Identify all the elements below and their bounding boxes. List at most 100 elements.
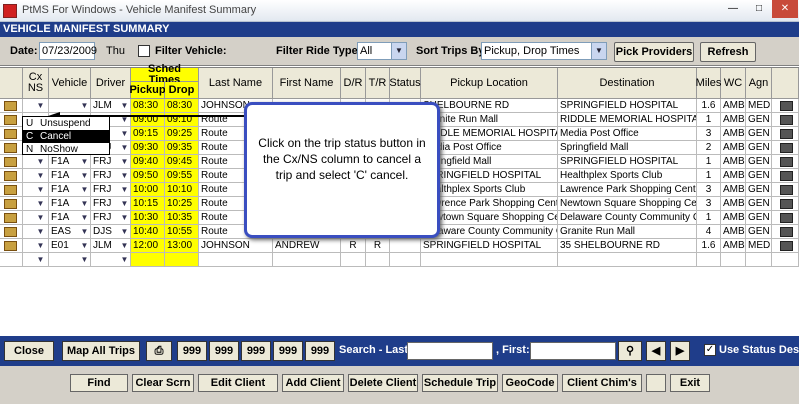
drop-cell[interactable]: 09:45 xyxy=(165,155,199,169)
pickup_loc-cell[interactable]: Granite Run Mall xyxy=(421,113,558,127)
popup-option-noshow[interactable]: N NoShow xyxy=(23,143,109,156)
first-cell[interactable]: ANDREW xyxy=(273,239,341,253)
miles-cell[interactable]: 1 xyxy=(697,169,721,183)
chevron-down-icon[interactable]: ▼ xyxy=(119,197,130,210)
chevron-down-icon[interactable]: ▼ xyxy=(119,169,130,182)
cxns-cell[interactable]: ▼ xyxy=(23,239,49,253)
wc-cell[interactable]: AMB xyxy=(721,155,746,169)
wc-cell[interactable] xyxy=(721,253,746,267)
dest-cell[interactable]: Newtown Square Shopping Ce xyxy=(558,197,697,211)
row-action-cell[interactable] xyxy=(772,197,799,211)
pickup-cell[interactable]: 09:15 xyxy=(131,127,165,141)
chevron-down-icon[interactable]: ▼ xyxy=(79,183,90,196)
cxns-cell[interactable]: ▼ xyxy=(23,183,49,197)
status-cell[interactable] xyxy=(390,239,421,253)
chevron-down-icon[interactable]: ▼ xyxy=(119,225,130,238)
chevron-down-icon[interactable]: ▼ xyxy=(35,253,46,266)
drop-cell[interactable]: 10:10 xyxy=(165,183,199,197)
agn-cell[interactable]: GEN xyxy=(746,225,772,239)
geocode-button[interactable]: GeoCode xyxy=(502,374,558,392)
wc-cell[interactable]: AMB xyxy=(721,99,746,113)
pickup-cell[interactable]: 10:00 xyxy=(131,183,165,197)
counter-button[interactable]: 999 xyxy=(273,341,303,361)
row-edit-cell[interactable] xyxy=(0,113,23,127)
chevron-down-icon[interactable]: ▼ xyxy=(591,43,606,59)
tr-cell[interactable] xyxy=(366,253,390,267)
chevron-down-icon[interactable]: ▼ xyxy=(391,43,406,59)
tr-cell[interactable]: R xyxy=(366,239,390,253)
row-edit-cell[interactable] xyxy=(0,225,23,239)
drop-cell[interactable]: 09:35 xyxy=(165,141,199,155)
sort-select[interactable]: Pickup, Drop Times ▼ xyxy=(481,42,607,60)
trip-detail-icon[interactable] xyxy=(780,199,793,209)
print-icon[interactable]: ⎙ xyxy=(146,341,172,361)
driver-cell[interactable]: JLM ▼ xyxy=(91,99,131,113)
pickup-cell[interactable]: 12:00 xyxy=(131,239,165,253)
driver-cell[interactable]: FRJ ▼ xyxy=(91,197,131,211)
use-status-checkbox[interactable]: ✓ xyxy=(704,344,716,356)
binoculars-icon[interactable]: ⚲ xyxy=(618,341,642,361)
driver-cell[interactable]: FRJ ▼ xyxy=(91,169,131,183)
drop-cell[interactable]: 10:55 xyxy=(165,225,199,239)
dest-cell[interactable]: Delaware County Community C xyxy=(558,211,697,225)
vehicle-cell[interactable]: ▼ xyxy=(49,99,91,113)
vehicle-cell[interactable]: EAS ▼ xyxy=(49,225,91,239)
miles-cell[interactable]: 3 xyxy=(697,127,721,141)
agn-cell[interactable]: MED xyxy=(746,99,772,113)
chevron-down-icon[interactable]: ▼ xyxy=(35,155,46,168)
vehicle-cell[interactable]: F1A ▼ xyxy=(49,169,91,183)
row-edit-cell[interactable] xyxy=(0,211,23,225)
chevron-down-icon[interactable]: ▼ xyxy=(119,99,130,112)
vehicle-cell[interactable]: F1A ▼ xyxy=(49,155,91,169)
minimize-icon[interactable]: — xyxy=(720,0,746,18)
dest-cell[interactable]: Healthplex Sports Club xyxy=(558,169,697,183)
chevron-down-icon[interactable]: ▼ xyxy=(79,211,90,224)
vehicle-cell[interactable]: ▼ xyxy=(49,253,91,267)
chevron-down-icon[interactable]: ▼ xyxy=(35,211,46,224)
cxns-cell[interactable]: ▼ xyxy=(23,155,49,169)
chevron-down-icon[interactable]: ▼ xyxy=(119,211,130,224)
agn-cell[interactable]: GEN xyxy=(746,113,772,127)
pickup-cell[interactable]: 09:40 xyxy=(131,155,165,169)
row-action-cell[interactable] xyxy=(772,169,799,183)
chevron-down-icon[interactable]: ▼ xyxy=(119,253,130,266)
trip-detail-icon[interactable] xyxy=(780,171,793,181)
row-edit-cell[interactable] xyxy=(0,239,23,253)
agn-cell[interactable]: MED xyxy=(746,239,772,253)
trip-detail-icon[interactable] xyxy=(780,143,793,153)
counter-button[interactable]: 999 xyxy=(209,341,239,361)
wc-cell[interactable]: AMB xyxy=(721,239,746,253)
counter-button[interactable]: 999 xyxy=(305,341,335,361)
row-edit-cell[interactable] xyxy=(0,141,23,155)
popup-option-cancel[interactable]: C Cancel xyxy=(23,130,109,143)
delete-client-button[interactable]: Delete Client xyxy=(348,374,418,392)
add-client-button[interactable]: Add Client xyxy=(282,374,344,392)
pickup_loc-cell[interactable]: Springfield Mall xyxy=(421,155,558,169)
trip-detail-icon[interactable] xyxy=(780,115,793,125)
row-action-cell[interactable] xyxy=(772,253,799,267)
edit-icon[interactable] xyxy=(4,115,17,125)
wc-cell[interactable]: AMB xyxy=(721,127,746,141)
row-action-cell[interactable] xyxy=(772,99,799,113)
dest-cell[interactable]: 35 SHELBOURNE RD xyxy=(558,239,697,253)
strip-icon-button[interactable] xyxy=(646,374,666,392)
pickup_loc-cell[interactable]: Delaware County Community C xyxy=(421,225,558,239)
chevron-down-icon[interactable]: ▼ xyxy=(119,183,130,196)
row-action-cell[interactable] xyxy=(772,113,799,127)
miles-cell[interactable]: 3 xyxy=(697,197,721,211)
chevron-down-icon[interactable]: ▼ xyxy=(35,183,46,196)
status-cell[interactable] xyxy=(390,253,421,267)
wc-cell[interactable]: AMB xyxy=(721,141,746,155)
edit-icon[interactable] xyxy=(4,157,17,167)
miles-cell[interactable]: 1 xyxy=(697,155,721,169)
pickup_loc-cell[interactable]: SHELBOURNE RD xyxy=(421,99,558,113)
search-first-input[interactable] xyxy=(530,342,616,360)
dr-cell[interactable] xyxy=(341,253,366,267)
drop-cell[interactable]: 09:55 xyxy=(165,169,199,183)
drop-cell[interactable]: 10:35 xyxy=(165,211,199,225)
row-action-cell[interactable] xyxy=(772,155,799,169)
agn-cell[interactable]: GEN xyxy=(746,155,772,169)
pickup-cell[interactable]: 10:30 xyxy=(131,211,165,225)
clear-screen-button[interactable]: Clear Scrn xyxy=(132,374,194,392)
edit-icon[interactable] xyxy=(4,185,17,195)
